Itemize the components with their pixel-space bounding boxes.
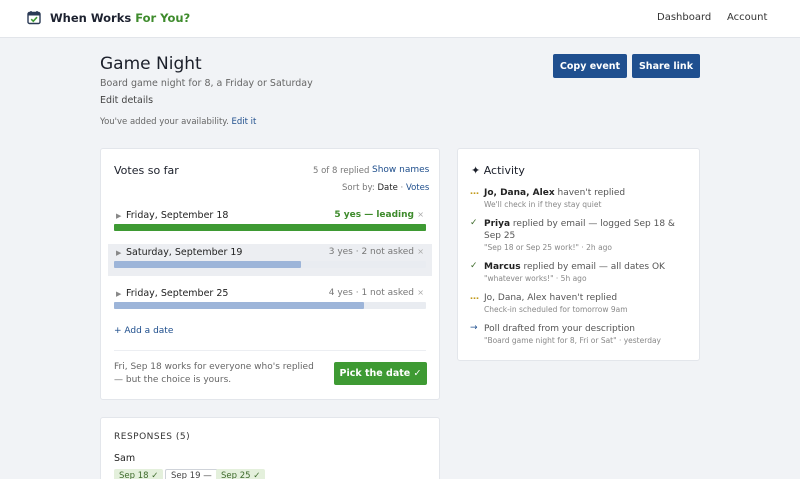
vote-bar-fill — [114, 302, 364, 309]
remove-date-icon[interactable]: × — [417, 247, 424, 256]
date-option-label: Saturday, September 19 — [126, 247, 243, 258]
pending-icon: … — [470, 292, 479, 302]
vote-bar-track — [114, 261, 426, 268]
expand-caret-icon[interactable]: ▶ — [116, 212, 121, 220]
share-link-button[interactable]: Share link — [632, 54, 700, 78]
sort-label: Sort by: — [342, 183, 375, 193]
activity-title: Activity — [483, 164, 525, 177]
activity-text: Poll drafted from your description "Board… — [484, 323, 692, 346]
edit-details-link[interactable]: Edit details — [100, 95, 153, 106]
nav-account-link[interactable]: Account — [727, 12, 767, 23]
date-option-label: Friday, September 25 — [126, 288, 229, 299]
top-bar: When Works For You? Dashboard Account — [0, 0, 800, 38]
activity-text: Marcus replied by email — all dates OK "w… — [484, 261, 692, 284]
check-icon: ✓ — [470, 218, 478, 228]
remove-date-icon[interactable]: × — [417, 210, 424, 219]
activity-message: Poll drafted from your description — [484, 324, 635, 334]
activity-message: replied by email — all dates OK — [520, 262, 665, 272]
expand-caret-icon[interactable]: ▶ — [116, 290, 121, 298]
availability-text: You've added your availability. — [100, 117, 229, 127]
pick-date-note: Fri, Sep 18 works for everyone who's rep… — [114, 362, 314, 385]
date-option-status: 3 yes · 2 not asked — [328, 247, 414, 257]
response-chip: Sep 19 — — [165, 469, 218, 479]
page-title: Game Night — [100, 54, 202, 74]
availability-note: You've added your availability. Edit it — [100, 117, 256, 127]
activity-message: replied by email — logged Sep 18 & Sep 2… — [484, 219, 675, 241]
activity-subtext: We'll check in if they stay quiet — [484, 200, 602, 209]
response-chip: Sep 18 ✓ — [114, 469, 164, 479]
brand-prefix: When Works — [50, 11, 136, 25]
activity-subtext: "whatever works!" · 5h ago — [484, 274, 587, 283]
pending-icon: … — [470, 187, 479, 197]
check-icon: ✓ — [470, 261, 478, 271]
calendar-check-icon[interactable] — [27, 10, 42, 25]
vote-bar-fill — [114, 261, 302, 268]
activity-bold: Jo, Dana, Alex — [484, 188, 555, 198]
date-option-label: Friday, September 18 — [126, 210, 229, 221]
sort-by-date[interactable]: Date — [378, 183, 398, 193]
activity-bold: Priya — [484, 219, 511, 229]
remove-date-icon[interactable]: × — [417, 288, 424, 297]
date-option-status: 5 yes — leading — [334, 210, 414, 220]
activity-subtext: "Sep 18 or Sep 25 work!" · 2h ago — [484, 243, 613, 252]
nav-dashboard-link[interactable]: Dashboard — [657, 12, 711, 23]
expand-caret-icon[interactable]: ▶ — [116, 249, 121, 257]
vote-bar-fill — [114, 224, 426, 231]
response-chip: Sep 25 ✓ — [216, 469, 266, 479]
activity-text: Priya replied by email — logged Sep 18 &… — [484, 218, 692, 253]
votes-title: Votes so far — [114, 164, 179, 177]
activity-bold: Marcus — [484, 262, 521, 272]
activity-header: ✦ Activity — [471, 164, 525, 177]
activity-message: Jo, Dana, Alex haven't replied — [484, 293, 618, 303]
date-option-status: 4 yes · 1 not asked — [328, 288, 414, 298]
divider — [114, 350, 426, 351]
respondent-name: Sam — [114, 453, 136, 464]
brand-accent: For You? — [135, 11, 191, 25]
event-subtitle: Board game night for 8, a Friday or Satu… — [100, 78, 313, 89]
edit-availability-link[interactable]: Edit it — [232, 117, 257, 127]
vote-bar-track — [114, 302, 426, 309]
responses-title: RESPONSES (5) — [114, 432, 191, 442]
brand-name[interactable]: When Works For You? — [50, 11, 190, 25]
date-option-row[interactable]: ▶ Saturday, September 19 3 yes · 2 not a… — [108, 244, 432, 276]
vote-bar-track — [114, 224, 426, 231]
date-option-row[interactable]: ▶ Friday, September 25 4 yes · 1 not ask… — [108, 285, 432, 317]
sparkle-icon: ✦ — [471, 164, 481, 177]
activity-text: Jo, Dana, Alex haven't replied Check-in s… — [484, 292, 692, 315]
add-date-link[interactable]: + Add a date — [114, 326, 173, 336]
sort-separator: · — [400, 183, 404, 193]
sort-control: Sort by: Date · Votes — [342, 183, 429, 193]
activity-subtext: "Board game night for 8, Fri or Sat" · y… — [484, 336, 661, 345]
copy-event-button[interactable]: Copy event — [553, 54, 627, 78]
activity-subtext: Check-in scheduled for tomorrow 9am — [484, 305, 628, 314]
date-option-row[interactable]: ▶ Friday, September 18 5 yes — leading × — [108, 207, 432, 239]
activity-message: haven't replied — [554, 188, 626, 198]
replied-count: 5 of 8 replied — [313, 166, 370, 176]
sort-by-votes[interactable]: Votes — [406, 183, 429, 193]
show-names-link[interactable]: Show names — [372, 165, 429, 175]
pick-date-button[interactable]: Pick the date ✓ — [334, 362, 427, 385]
arrow-right-icon: → — [470, 323, 478, 333]
activity-text: Jo, Dana, Alex haven't replied We'll chec… — [484, 187, 692, 210]
